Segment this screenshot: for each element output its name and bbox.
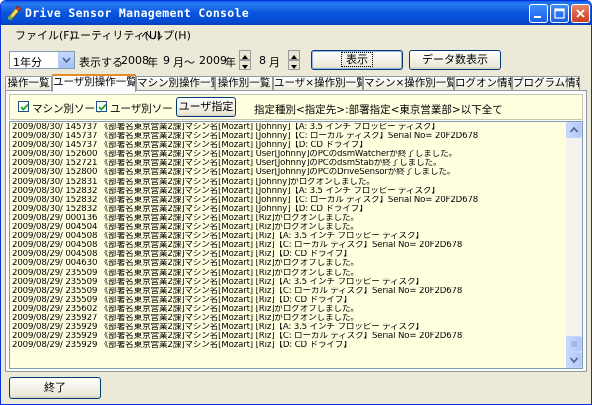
- tab-panel: マシン別ソート ユーザ別ソート ユーザ指定 指定種別<指定先>:部署指定<東京営…: [5, 90, 587, 372]
- dropdown-arrow-icon[interactable]: [58, 52, 74, 68]
- machine-sort-checkbox[interactable]: [18, 101, 29, 112]
- year-spinner[interactable]: [239, 50, 251, 70]
- maximize-button[interactable]: [550, 4, 569, 23]
- machine-sort-label[interactable]: マシン別ソート: [32, 101, 106, 116]
- show-button[interactable]: 表示: [311, 50, 403, 70]
- tab-by-operation-list[interactable]: 操作別一覧: [215, 76, 273, 91]
- log-line[interactable]: 2009/08/30/ 145737 《部署名東京営業2課]マシン名[Mozar…: [12, 123, 567, 132]
- menu-file[interactable]: ファイル(F): [15, 27, 74, 43]
- tab-logon-info[interactable]: ログオン情報: [454, 76, 512, 91]
- footer-bar: 終了: [5, 373, 587, 403]
- period-select-value: 1年分: [13, 56, 42, 69]
- log-line[interactable]: 2009/08/30/ 145737 《部署名東京営業2課]マシン名[Mozar…: [12, 141, 567, 150]
- maximize-icon: [554, 8, 565, 19]
- log-line[interactable]: 2009/08/29/ 000136 《部署名東京営業2課]マシン名[Mozar…: [12, 214, 567, 223]
- display-label: 表示する: [79, 56, 123, 69]
- log-lines: 2009/08/30/ 145737 《部署名東京営業2課]マシン名[Mozar…: [12, 123, 567, 350]
- tab-machine-x-operation-list[interactable]: マシン×操作別一覧: [363, 76, 454, 91]
- scroll-down-icon[interactable]: [566, 352, 582, 368]
- user-sort-checkbox[interactable]: [96, 101, 107, 112]
- log-line[interactable]: 2009/08/29/ 235509 《部署名東京営業2課]マシン名[Mozar…: [12, 296, 567, 305]
- month-range-label: 月〜: [173, 56, 195, 69]
- window-title: Drive Sensor Management Console: [25, 6, 249, 20]
- tab-program-info[interactable]: プログラム情報: [512, 76, 580, 91]
- log-line[interactable]: 2009/08/29/ 235509 《部署名東京営業2課]マシン名[Mozar…: [12, 287, 567, 296]
- start-year-value: 2008: [121, 54, 149, 67]
- log-line[interactable]: 2009/08/29/ 004508 《部署名東京営業2課]マシン名[Mozar…: [12, 250, 567, 259]
- filter-toolbar: 1年分 表示する 2008 年 9 月〜 2009 年 8 月 表示 データ数表…: [5, 47, 587, 73]
- close-icon: [576, 9, 585, 18]
- log-line[interactable]: 2009/08/29/ 235929 《部署名東京営業2課]マシン名[Mozar…: [12, 341, 567, 350]
- minimize-button[interactable]: [529, 4, 548, 23]
- log-line[interactable]: 2009/08/29/ 235927 《部署名東京営業2課]マシン名[Mozar…: [12, 314, 567, 323]
- log-line[interactable]: 2009/08/29/ 235509 《部署名東京営業2課]マシン名[Mozar…: [12, 278, 567, 287]
- checkmark-icon: [98, 103, 107, 111]
- log-line[interactable]: 2009/08/30/ 152721 《部署名東京営業2課]マシン名[Mozar…: [12, 159, 567, 168]
- tab-user-operation-list[interactable]: ユーザ別操作一覧: [52, 74, 136, 92]
- user-specify-button[interactable]: ユーザ指定: [176, 97, 236, 117]
- spin-down-icon[interactable]: [288, 60, 300, 70]
- period-select[interactable]: 1年分: [9, 51, 75, 69]
- spin-down-icon[interactable]: [239, 60, 251, 70]
- month-spinner[interactable]: [288, 50, 300, 70]
- log-list[interactable]: 2009/08/30/ 145737 《部署名東京営業2課]マシン名[Mozar…: [9, 121, 583, 369]
- tab-strip: 操作一覧 ユーザ別操作一覧 マシン別操作一覧 操作別一覧 ユーザ×操作別一覧 マ…: [5, 74, 587, 92]
- data-count-button[interactable]: データ数表示: [409, 50, 501, 70]
- filter-description: 指定種別<指定先>:部署指定<東京営業部>以下全て: [254, 104, 503, 116]
- checkmark-icon: [20, 103, 29, 111]
- log-line[interactable]: 2009/08/29/ 004508 《部署名東京営業2課]マシン名[Mozar…: [12, 232, 567, 241]
- end-month-value: 8: [259, 54, 266, 67]
- app-icon: [7, 5, 22, 21]
- exit-button[interactable]: 終了: [9, 377, 101, 399]
- log-line[interactable]: 2009/08/30/ 152831 《部署名東京営業2課]マシン名[Mozar…: [12, 178, 567, 187]
- vertical-scrollbar[interactable]: [566, 122, 582, 368]
- end-year-unit: 年: [225, 56, 236, 69]
- log-line[interactable]: 2009/08/29/ 235929 《部署名東京営業2課]マシン名[Mozar…: [12, 332, 567, 341]
- log-line[interactable]: 2009/08/29/ 004504 《部署名東京営業2課]マシン名[Mozar…: [12, 223, 567, 232]
- sort-options-bar: マシン別ソート ユーザ別ソート ユーザ指定 指定種別<指定先>:部署指定<東京営…: [9, 94, 583, 120]
- main-window: Drive Sensor Management Console ファイル(F) …: [0, 0, 592, 405]
- log-line[interactable]: 2009/08/29/ 235509 《部署名東京営業2課]マシン名[Mozar…: [12, 269, 567, 278]
- user-sort-label[interactable]: ユーザ別ソート: [110, 101, 183, 116]
- tab-user-x-operation-list[interactable]: ユーザ×操作別一覧: [273, 76, 363, 91]
- start-month-value: 9: [163, 54, 170, 67]
- tab-operation-list[interactable]: 操作一覧: [5, 76, 52, 91]
- log-line[interactable]: 2009/08/29/ 235602 《部署名東京営業2課]マシン名[Mozar…: [12, 305, 567, 314]
- log-line[interactable]: 2009/08/29/ 004508 《部署名東京営業2課]マシン名[Mozar…: [12, 241, 567, 250]
- end-year-value: 2009: [199, 54, 227, 67]
- minimize-icon: [534, 16, 541, 18]
- scroll-up-icon[interactable]: [566, 122, 582, 138]
- scroll-thumb[interactable]: [566, 336, 582, 352]
- log-line[interactable]: 2009/08/30/ 152832 《部署名東京営業2課]マシン名[Mozar…: [12, 205, 567, 214]
- close-button[interactable]: [571, 4, 590, 23]
- log-line[interactable]: 2009/08/30/ 152832 《部署名東京営業2課]マシン名[Mozar…: [12, 187, 567, 196]
- start-year-unit: 年: [147, 56, 158, 69]
- spin-up-icon[interactable]: [239, 50, 251, 60]
- tab-machine-operation-list[interactable]: マシン別操作一覧: [136, 76, 215, 91]
- spin-up-icon[interactable]: [288, 50, 300, 60]
- log-line[interactable]: 2009/08/30/ 152832 《部署名東京営業2課]マシン名[Mozar…: [12, 196, 567, 205]
- log-line[interactable]: 2009/08/29/ 235929 《部署名東京営業2課]マシン名[Mozar…: [12, 323, 567, 332]
- log-line[interactable]: 2009/08/30/ 152800 《部署名東京営業2課]マシン名[Mozar…: [12, 168, 567, 177]
- log-line[interactable]: 2009/08/29/ 004630 《部署名東京営業2課]マシン名[Mozar…: [12, 259, 567, 268]
- end-month-unit: 月: [269, 56, 280, 69]
- log-line[interactable]: 2009/08/30/ 145737 《部署名東京営業2課]マシン名[Mozar…: [12, 132, 567, 141]
- log-line[interactable]: 2009/08/30/ 152600 《部署名東京営業2課]マシン名[Mozar…: [12, 150, 567, 159]
- menu-help[interactable]: ヘルプ(H): [141, 27, 191, 43]
- menu-bar: ファイル(F) ユーティリティ(U) ヘルプ(H): [1, 25, 591, 43]
- title-bar[interactable]: Drive Sensor Management Console: [1, 1, 591, 25]
